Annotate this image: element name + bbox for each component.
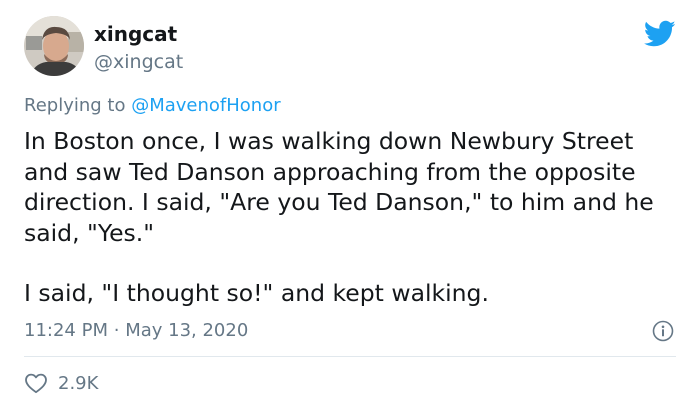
reply-prefix: Replying to (24, 95, 126, 116)
tweet-text: In Boston once, I was walking down Newbu… (24, 126, 684, 309)
tweet-time: 11:24 PM (24, 320, 108, 341)
tweet-paragraph: In Boston once, I was walking down Newbu… (24, 127, 654, 247)
avatar[interactable] (24, 16, 84, 76)
twitter-bird-icon[interactable] (643, 20, 676, 48)
author-handle[interactable]: @xingcat (94, 51, 183, 73)
heart-icon (25, 373, 47, 394)
reply-mention-link[interactable]: @MavenofHonor (131, 95, 280, 116)
reply-context: Replying to @MavenofHonor (24, 95, 281, 116)
tweet-date: May 13, 2020 (125, 320, 249, 341)
tweet-timestamp[interactable]: 11:24 PM · May 13, 2020 (24, 320, 248, 341)
tweet-paragraph: I said, "I thought so!" and kept walking… (24, 279, 489, 307)
info-icon[interactable] (652, 320, 674, 342)
like-count: 2.9K (58, 372, 99, 394)
author-name[interactable]: xingcat (94, 22, 177, 46)
meta-separator: · (113, 320, 120, 341)
like-button[interactable]: 2.9K (24, 371, 98, 395)
avatar-photo (24, 16, 84, 76)
divider (24, 356, 676, 357)
